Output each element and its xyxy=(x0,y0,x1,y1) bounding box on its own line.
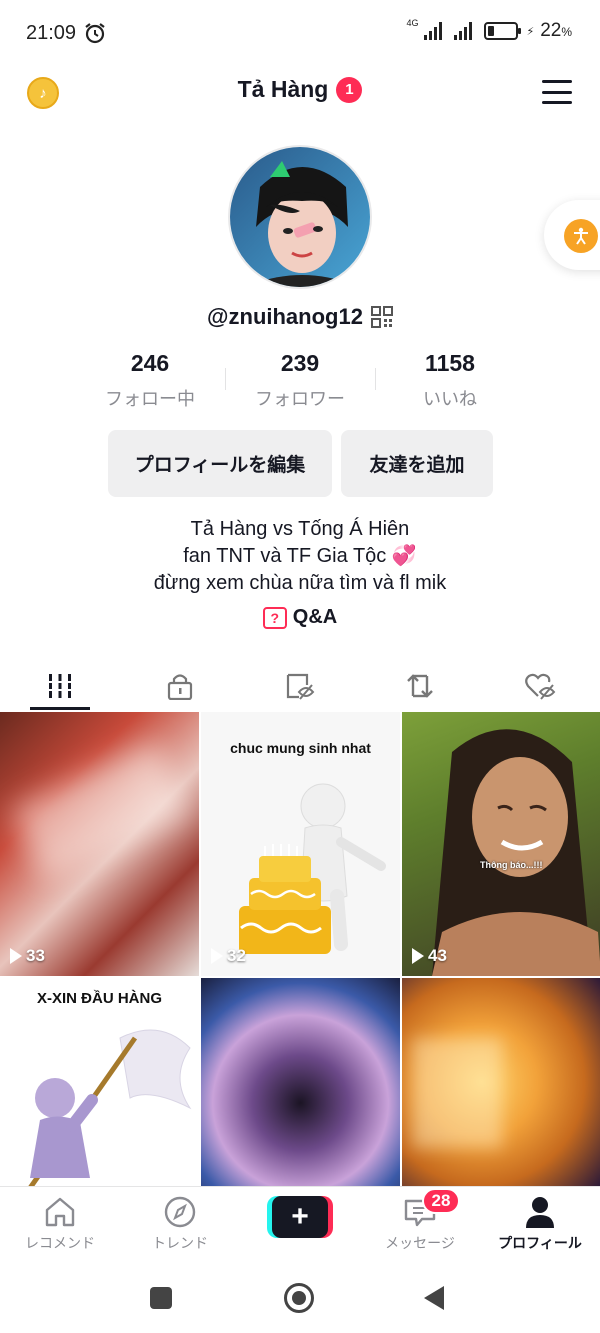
nav-trending[interactable]: トレンド xyxy=(120,1195,240,1253)
charging-icon: ⚡ xyxy=(526,25,535,38)
question-icon: ? xyxy=(262,606,287,629)
accessibility-icon[interactable] xyxy=(564,219,598,253)
nav-label: トレンド xyxy=(152,1235,208,1251)
video-caption: Thông báo...!!! xyxy=(480,860,543,870)
stat-label: いいね xyxy=(423,389,477,409)
nav-profile[interactable]: プロフィール xyxy=(480,1195,600,1253)
video-thumbnail[interactable] xyxy=(402,978,600,1186)
nav-label: プロフィール xyxy=(498,1235,582,1251)
profile-tabs xyxy=(0,660,600,712)
qa-link[interactable]: ? Q&A xyxy=(0,606,600,629)
stat-value: 1158 xyxy=(425,350,475,376)
stat-value: 239 xyxy=(280,350,320,376)
qa-label: Q&A xyxy=(292,606,338,628)
tab-videos[interactable] xyxy=(0,660,120,712)
profile-icon xyxy=(526,1197,554,1228)
status-indicators: 4G ⚡ 22% xyxy=(406,18,572,42)
lock-icon xyxy=(167,674,193,700)
system-nav-bar xyxy=(0,1262,600,1333)
username-text: @znuihanog12 xyxy=(207,304,363,329)
repost-icon xyxy=(407,674,433,698)
qr-code-icon[interactable] xyxy=(370,306,393,328)
stat-label: フォロー中 xyxy=(105,389,195,409)
signal-icon-2 xyxy=(454,22,473,40)
network-label: 4G xyxy=(406,18,419,28)
status-bar: 21:09 4G ⚡ 22% xyxy=(0,0,600,66)
stat-following[interactable]: 246 フォロー中 xyxy=(75,350,225,411)
play-icon xyxy=(10,948,22,964)
view-count: 43 xyxy=(412,946,447,966)
nav-label: レコメンド xyxy=(25,1235,95,1251)
stat-likes[interactable]: 1158 いいね xyxy=(375,350,525,411)
back-icon[interactable] xyxy=(424,1286,444,1310)
bio-line: Tả Hàng vs Tống Á Hiên xyxy=(190,518,410,540)
edit-profile-button[interactable]: プロフィールを編集 xyxy=(108,430,332,497)
video-thumbnail[interactable] xyxy=(201,978,400,1186)
video-thumbnail[interactable]: 33 xyxy=(0,712,199,976)
tab-hidden[interactable] xyxy=(240,660,360,712)
hidden-post-icon xyxy=(286,673,315,700)
grid-icon xyxy=(47,674,73,698)
page-title: Tả Hàng xyxy=(237,76,329,102)
nav-label: メッセージ xyxy=(385,1235,455,1251)
battery-icon xyxy=(484,22,522,40)
nav-home[interactable]: レコメンド xyxy=(0,1195,120,1253)
profile-bio: Tả Hàng vs Tống Á Hiên fan TNT và TF Gia… xyxy=(0,516,600,597)
avatar[interactable] xyxy=(228,145,372,289)
compass-icon xyxy=(164,1196,196,1228)
signal-icon xyxy=(424,22,443,40)
message-badge: 28 xyxy=(422,1188,460,1214)
bio-line: đừng xem chùa nữa tìm và fl mik xyxy=(153,572,447,594)
menu-icon[interactable] xyxy=(542,80,572,104)
tab-private[interactable] xyxy=(120,660,240,712)
home-icon xyxy=(45,1197,75,1227)
tab-reposts[interactable] xyxy=(360,660,480,712)
plus-icon: + xyxy=(272,1196,328,1238)
stat-value: 246 xyxy=(130,350,170,376)
view-count: 32 xyxy=(211,946,246,966)
nav-messages[interactable]: メッセージ xyxy=(360,1195,480,1253)
add-friend-button[interactable]: 友達を追加 xyxy=(341,430,493,497)
create-button[interactable]: + xyxy=(267,1196,333,1238)
bio-line: fan TNT và TF Gia Tộc 💞 xyxy=(183,545,417,567)
username: @znuihanog12 xyxy=(0,304,600,330)
video-caption: X-XIN ĐẦU HÀNG xyxy=(36,990,162,1007)
video-thumbnail[interactable]: X-XIN ĐẦU HÀNG xyxy=(0,978,199,1186)
alarm-icon xyxy=(85,23,105,44)
status-time: 21:09 xyxy=(26,22,77,44)
tab-liked[interactable] xyxy=(480,660,600,712)
accessibility-pill xyxy=(544,200,600,270)
video-thumbnail[interactable]: chuc mung sinh nhat 32 xyxy=(201,712,400,976)
stat-label: フォロワー xyxy=(255,389,345,409)
profile-header-title[interactable]: Tả Hàng 1 xyxy=(0,76,600,103)
view-count: 33 xyxy=(10,946,45,966)
video-caption: chuc mung sinh nhat xyxy=(230,740,371,756)
home-button-icon[interactable] xyxy=(284,1283,314,1313)
battery-percent: 22% xyxy=(540,20,572,41)
hidden-heart-icon xyxy=(525,673,556,700)
account-badge: 1 xyxy=(336,76,363,103)
tab-indicator xyxy=(30,707,90,710)
recent-apps-icon[interactable] xyxy=(150,1287,172,1309)
play-icon xyxy=(412,948,424,964)
video-thumbnail[interactable]: Thông báo...!!! 43 xyxy=(402,712,600,976)
stat-followers[interactable]: 239 フォロワー xyxy=(225,350,375,411)
play-icon xyxy=(211,948,223,964)
profile-stats: 246 フォロー中 239 フォロワー 1158 いいね xyxy=(0,350,600,412)
